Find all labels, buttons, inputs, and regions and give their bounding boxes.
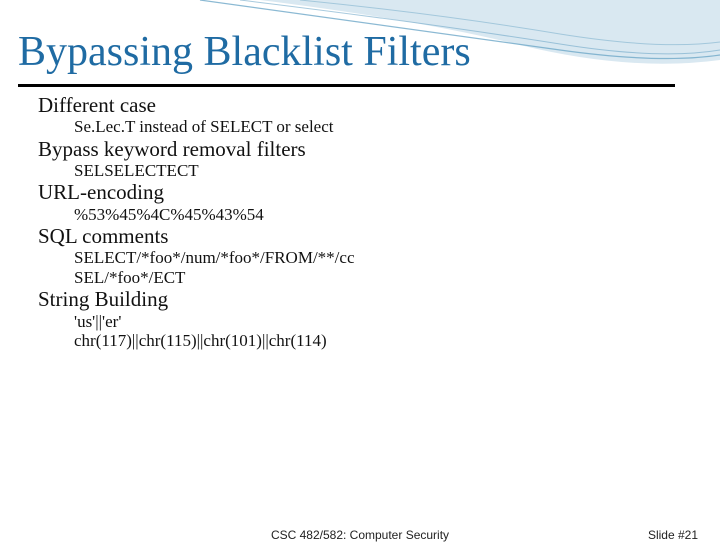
- section-item: chr(117)||chr(115)||chr(101)||chr(114): [74, 331, 702, 351]
- section-heading: String Building: [38, 287, 702, 311]
- slide-title: Bypassing Blacklist Filters: [18, 30, 702, 80]
- section-heading: Different case: [38, 93, 702, 117]
- section-heading: Bypass keyword removal filters: [38, 137, 702, 161]
- section-heading: URL-encoding: [38, 180, 702, 204]
- title-underline: [18, 84, 675, 87]
- section-heading: SQL comments: [38, 224, 702, 248]
- section-item: SELECT/*foo*/num/*foo*/FROM/**/cc: [74, 248, 702, 268]
- section-item: 'us'||'er': [74, 312, 702, 332]
- section-item: %53%45%4C%45%43%54: [74, 205, 702, 225]
- section-item: SEL/*foo*/ECT: [74, 268, 702, 288]
- section-item: SELSELECTECT: [74, 161, 702, 181]
- section-item: Se.Lec.T instead of SELECT or select: [74, 117, 702, 137]
